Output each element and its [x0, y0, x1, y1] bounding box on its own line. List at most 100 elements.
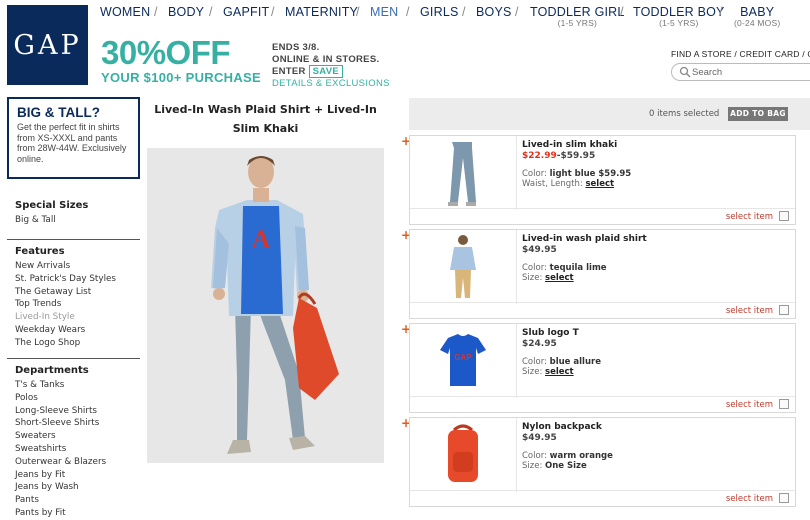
item-footer: select item: [410, 208, 795, 224]
search-icon: [679, 66, 691, 78]
nav-body[interactable]: BODY: [168, 5, 204, 19]
sidebar-item-weekday-wears[interactable]: Weekday Wears: [15, 324, 140, 337]
sidebar-item-new-arrivals[interactable]: New Arrivals: [15, 260, 140, 273]
big-tall-desc: Get the perfect fit in shirts from XS-XX…: [17, 122, 127, 164]
item-name[interactable]: Slub logo T: [522, 328, 579, 338]
sidebar-item-long-sleeve[interactable]: Long-Sleeve Shirts: [15, 405, 140, 418]
size-select-link[interactable]: select: [545, 273, 574, 283]
nav-maternity[interactable]: MATERNITY: [285, 5, 358, 19]
nav-separator: /: [515, 5, 519, 19]
model-figure-icon: A: [147, 148, 384, 463]
nav-separator: /: [462, 5, 466, 19]
credit-card-link[interactable]: CREDIT CARD: [740, 49, 800, 59]
sidebar-item-short-sleeve[interactable]: Short-Sleeve Shirts: [15, 417, 140, 430]
size-value: One Size: [545, 461, 587, 471]
item-footer: select item: [410, 396, 795, 412]
select-item-label[interactable]: select item: [726, 400, 773, 410]
person-icon: [450, 235, 476, 298]
item-name[interactable]: Nylon backpack: [522, 422, 602, 432]
select-item-label[interactable]: select item: [726, 306, 773, 316]
model-photo[interactable]: A: [147, 148, 384, 463]
gap-logo[interactable]: GAP: [7, 5, 88, 85]
nav-women[interactable]: WOMEN: [100, 5, 150, 19]
sidebar-item-jeans-wash[interactable]: Jeans by Wash: [15, 481, 140, 494]
nav-separator: /: [209, 5, 213, 19]
sidebar-item-big-tall[interactable]: Big & Tall: [15, 214, 140, 227]
item-color: Color: light blue $59.95: [522, 169, 632, 179]
item-price: $49.95: [522, 245, 557, 255]
product-item: Lived-in wash plaid shirt $49.95 Color: …: [409, 229, 796, 319]
utility-links: FIND A STORE / CREDIT CARD / G: [671, 49, 810, 59]
search-input[interactable]: Search: [671, 63, 810, 81]
item-size: Size: select: [522, 367, 574, 377]
sidebar-item-pants[interactable]: Pants: [15, 494, 140, 507]
select-item-label[interactable]: select item: [726, 212, 773, 222]
nav-girls[interactable]: GIRLS: [420, 5, 459, 19]
item-name[interactable]: Lived-in slim khaki: [522, 140, 617, 150]
sidebar-item-sweaters[interactable]: Sweaters: [15, 430, 140, 443]
select-item-checkbox[interactable]: [779, 211, 789, 221]
sidebar-divider: [7, 239, 140, 240]
select-item-checkbox[interactable]: [779, 305, 789, 315]
nav-toddler-boy[interactable]: TODDLER BOY (1-5 YRS): [633, 5, 725, 28]
features-heading: Features: [15, 246, 65, 257]
size-select-link[interactable]: select: [585, 179, 614, 189]
tshirt-icon: GAP: [440, 334, 486, 386]
nav-boys[interactable]: BOYS: [476, 5, 512, 19]
sidebar-item-jeans-fit[interactable]: Jeans by Fit: [15, 469, 140, 482]
sidebar-item-top-trends[interactable]: Top Trends: [15, 298, 140, 311]
promo-subline[interactable]: YOUR $100+ PURCHASE: [101, 70, 261, 85]
departments-section: Departments T's & Tanks Polos Long-Sleev…: [15, 365, 140, 520]
sidebar-item-lived-in-style[interactable]: Lived-In Style: [15, 311, 140, 324]
product-item: GAP Slub logo T $24.95 Color: blue allur…: [409, 323, 796, 413]
product-item: Nylon backpack $49.95 Color: warm orange…: [409, 417, 796, 507]
promo-headline[interactable]: 30%OFF: [101, 36, 231, 69]
item-name[interactable]: Lived-in wash plaid shirt: [522, 234, 647, 244]
item-color: Color: tequila lime: [522, 263, 607, 273]
sidebar-item-polos[interactable]: Polos: [15, 392, 140, 405]
select-item-checkbox[interactable]: [779, 493, 789, 503]
items-selected-count: 0 items selected: [649, 109, 720, 119]
select-item-checkbox[interactable]: [779, 399, 789, 409]
nav-men[interactable]: MEN: [370, 5, 398, 19]
sidebar-item-getaway-list[interactable]: The Getaway List: [15, 286, 140, 299]
item-thumbnail[interactable]: [410, 418, 517, 492]
item-size: Size: select: [522, 273, 574, 283]
nav-baby[interactable]: BABY (0-24 MOS): [734, 5, 780, 28]
size-select-link[interactable]: select: [545, 367, 574, 377]
features-section: Features New Arrivals St. Patrick's Day …: [15, 246, 140, 350]
sidebar-item-sweatshirts[interactable]: Sweatshirts: [15, 443, 140, 456]
item-price: $24.95: [522, 339, 557, 349]
sidebar-item-tees[interactable]: T's & Tanks: [15, 379, 140, 392]
search-placeholder: Search: [692, 67, 723, 78]
big-tall-promo[interactable]: BIG & TALL? Get the perfect fit in shirt…: [7, 97, 140, 179]
utility-separator: /: [734, 49, 737, 59]
product-title: Lived-In Wash Plaid Shirt + Lived-In Sli…: [154, 103, 377, 135]
find-store-link[interactable]: FIND A STORE: [671, 49, 732, 59]
departments-heading: Departments: [15, 365, 89, 376]
item-thumbnail[interactable]: [410, 136, 517, 210]
sidebar-item-outerwear[interactable]: Outerwear & Blazers: [15, 456, 140, 469]
select-item-label[interactable]: select item: [726, 494, 773, 504]
item-thumbnail[interactable]: [410, 230, 517, 304]
svg-text:A: A: [252, 225, 271, 254]
item-color: Color: warm orange: [522, 451, 613, 461]
add-to-bag-button[interactable]: ADD TO BAG: [728, 107, 788, 121]
nav-separator: /: [719, 5, 723, 19]
item-thumbnail[interactable]: GAP: [410, 324, 517, 398]
item-size: Size: One Size: [522, 461, 587, 471]
item-price: $49.95: [522, 433, 557, 443]
nav-gapfit[interactable]: GAPFIT: [223, 5, 269, 19]
sidebar-item-st-patricks[interactable]: St. Patrick's Day Styles: [15, 273, 140, 286]
product-item: Lived-in slim khaki $22.99-$59.95 Color:…: [409, 135, 796, 225]
special-sizes-section: Special Sizes Big & Tall: [15, 200, 140, 227]
details-exclusions-link[interactable]: DETAILS & EXCLUSIONS: [272, 78, 390, 90]
sidebar-item-pants-fit[interactable]: Pants by Fit: [15, 507, 140, 520]
nav-separator: /: [356, 5, 360, 19]
item-footer: select item: [410, 490, 795, 506]
sidebar-item-logo-shop[interactable]: The Logo Shop: [15, 337, 140, 350]
item-color: Color: blue allure: [522, 357, 601, 367]
item-price: $22.99-$59.95: [522, 151, 596, 161]
nav-separator: /: [620, 5, 624, 19]
nav-toddler-girl[interactable]: TODDLER GIRL (1-5 YRS): [530, 5, 625, 28]
